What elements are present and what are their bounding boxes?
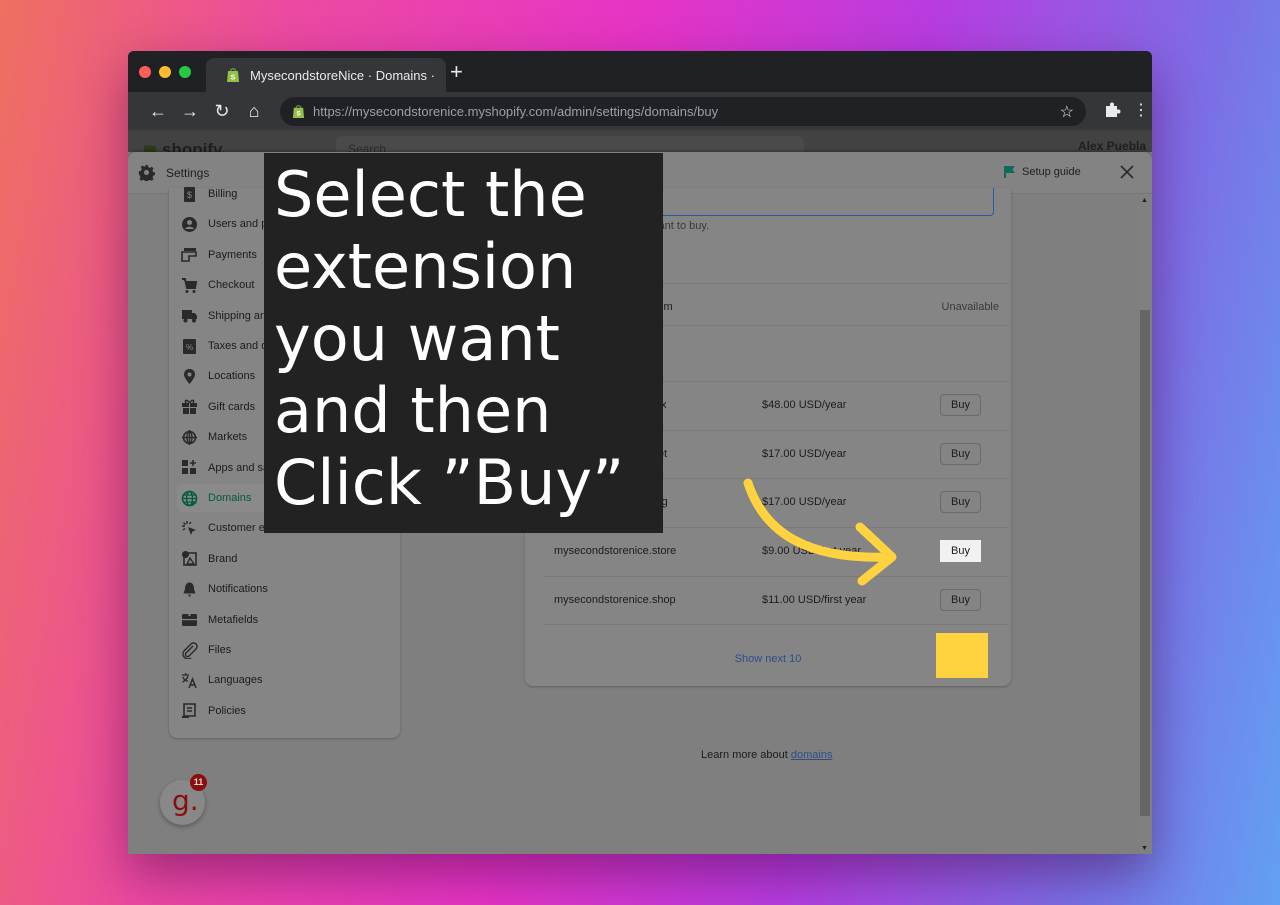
tutorial-caption: Select the extension you want and then Click… bbox=[264, 153, 663, 533]
new-tab-button[interactable]: + bbox=[450, 61, 463, 83]
brand-icon bbox=[182, 551, 197, 567]
sidebar-item-files[interactable]: Files bbox=[169, 636, 400, 664]
learn-more-text: Learn more about domains bbox=[701, 749, 832, 761]
user-icon bbox=[182, 216, 197, 232]
bell-icon bbox=[183, 582, 196, 597]
url-text: https://mysecondstorenice.myshopify.com/… bbox=[313, 104, 719, 119]
paperclip-icon bbox=[182, 641, 198, 659]
availability-status: Unavailable bbox=[941, 301, 999, 313]
address-bar[interactable]: S https://mysecondstorenice.myshopify.co… bbox=[280, 97, 1086, 126]
sidebar-item-label: Languages bbox=[208, 674, 263, 687]
billing-icon: $ bbox=[184, 186, 195, 202]
cart-icon bbox=[182, 277, 198, 293]
apps-icon bbox=[182, 460, 196, 475]
user-name[interactable]: Alex Puebla bbox=[1078, 139, 1146, 153]
sidebar-item-label: Checkout bbox=[208, 279, 255, 292]
tab-strip: S MysecondstoreNice · Domains · + bbox=[128, 51, 1152, 92]
globe-icon bbox=[181, 490, 198, 506]
sidebar-item-label: Domains bbox=[208, 492, 252, 504]
sidebar-item-label: Metafields bbox=[208, 613, 259, 626]
notification-badge: 11 bbox=[190, 774, 207, 791]
learn-more-prefix: Learn more about bbox=[701, 749, 791, 761]
svg-text:S: S bbox=[231, 75, 236, 82]
sidebar-item-label: Billing bbox=[208, 188, 238, 200]
buy-button[interactable]: Buy bbox=[940, 588, 981, 611]
gift-icon bbox=[182, 399, 197, 415]
caption-line: you want bbox=[274, 302, 560, 375]
settings-title: Settings bbox=[166, 166, 210, 180]
sidebar-item-label: Markets bbox=[208, 431, 248, 444]
buy-button-highlight bbox=[936, 633, 988, 678]
sidebar-item-label: Payments bbox=[208, 248, 257, 261]
payments-icon bbox=[181, 248, 197, 263]
svg-text:%: % bbox=[186, 343, 193, 352]
close-icon[interactable] bbox=[1117, 162, 1137, 182]
sidebar-item-label: Files bbox=[208, 644, 232, 656]
reload-button[interactable]: ↻ bbox=[211, 100, 233, 122]
domain-price: $48.00 USD/year bbox=[762, 399, 847, 411]
buy-button[interactable]: Buy bbox=[940, 491, 981, 514]
back-button[interactable]: ← bbox=[147, 100, 169, 122]
sidebar-item-label: Gift cards bbox=[208, 400, 256, 413]
scroll-up-arrow-icon[interactable]: ▲ bbox=[1141, 197, 1148, 204]
gear-icon bbox=[138, 164, 155, 181]
shopify-topbar: shopify Search Alex Puebla bbox=[128, 130, 1152, 159]
scrollbar-thumb[interactable] bbox=[1140, 310, 1150, 816]
sidebar-item-label: Locations bbox=[208, 370, 256, 383]
browser-menu-icon[interactable]: ⋮ bbox=[1133, 100, 1149, 122]
setup-guide-label: Setup guide bbox=[1022, 166, 1081, 178]
maximize-window-button[interactable] bbox=[179, 66, 191, 78]
home-button[interactable]: ⌂ bbox=[243, 100, 265, 122]
buy-button[interactable]: Buy bbox=[940, 442, 981, 465]
domain-price: $11.00 USD/first year bbox=[762, 593, 867, 606]
browser-tab-active[interactable]: S MysecondstoreNice · Domains · bbox=[206, 58, 446, 92]
sidebar-item-languages[interactable]: Languages bbox=[169, 666, 400, 694]
svg-text:$: $ bbox=[187, 190, 192, 200]
vertical-scrollbar[interactable]: ▲ ▼ bbox=[1139, 194, 1152, 854]
sidebar-item-label: Policies bbox=[208, 704, 246, 717]
flag-icon bbox=[1004, 166, 1015, 178]
location-pin-icon bbox=[184, 368, 195, 384]
domain-price: $17.00 USD/year bbox=[762, 447, 847, 460]
tab-title: MysecondstoreNice · Domains · bbox=[250, 67, 435, 83]
minimize-window-button[interactable] bbox=[159, 66, 171, 78]
metafields-icon bbox=[182, 613, 197, 627]
caption-line: Select the bbox=[274, 158, 587, 231]
bookmark-star-icon[interactable]: ☆ bbox=[1060, 102, 1074, 122]
sidebar-item-policies[interactable]: Policies bbox=[169, 697, 400, 725]
sidebar-item-label: Brand bbox=[208, 552, 238, 565]
buy-button[interactable]: Buy bbox=[940, 394, 981, 416]
svg-text:S: S bbox=[296, 111, 301, 118]
caption-line: extension bbox=[274, 230, 577, 303]
sidebar-item-metafields[interactable]: Metafields bbox=[169, 606, 400, 634]
sidebar-item-brand[interactable]: Brand bbox=[169, 545, 400, 573]
scroll-down-arrow-icon[interactable]: ▼ bbox=[1141, 845, 1148, 852]
setup-guide-button[interactable]: Setup guide bbox=[1004, 165, 1081, 179]
extensions-puzzle-icon[interactable] bbox=[1103, 101, 1121, 119]
divider bbox=[543, 624, 1009, 625]
domain-name: mysecondstorenice.shop bbox=[554, 593, 676, 606]
truck-icon bbox=[182, 310, 197, 323]
policy-scroll-icon bbox=[182, 703, 196, 719]
caption-line: Click ”Buy” bbox=[274, 446, 625, 519]
domains-help-link[interactable]: domains bbox=[791, 749, 833, 761]
close-window-button[interactable] bbox=[139, 66, 151, 78]
sidebar-item-label: Notifications bbox=[208, 583, 268, 596]
curved-arrow-icon bbox=[743, 478, 897, 586]
forward-button[interactable]: → bbox=[179, 100, 201, 122]
caption-line: and then bbox=[274, 374, 552, 447]
shopify-bag-icon: S bbox=[292, 105, 305, 118]
domain-name: mysecondstorenice.store bbox=[554, 545, 677, 558]
shopify-bag-icon: S bbox=[227, 68, 239, 82]
globe-target-icon bbox=[182, 429, 197, 445]
translate-icon bbox=[182, 672, 197, 689]
buy-button[interactable]: Buy bbox=[940, 540, 981, 563]
tax-icon: % bbox=[183, 338, 196, 354]
chat-widget-button[interactable]: g. 11 bbox=[160, 774, 207, 825]
browser-toolbar: ← → ↻ ⌂ S https://mysecondstorenice.mysh… bbox=[128, 92, 1152, 130]
sidebar-item-notifications[interactable]: Notifications bbox=[169, 575, 400, 603]
cursor-click-icon bbox=[182, 520, 196, 535]
